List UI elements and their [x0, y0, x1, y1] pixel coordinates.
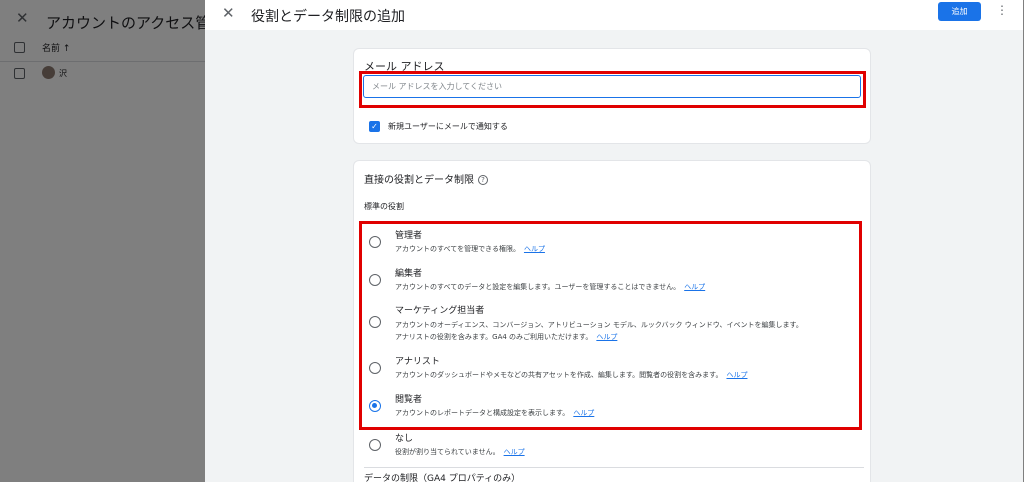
add-roles-panel: ✕ 役割とデータ制限の追加 追加 ⋮ メール アドレス ✓ 新規ユーザーにメール… [205, 0, 1023, 482]
email-input[interactable] [363, 75, 861, 98]
help-link[interactable]: ヘルプ [726, 371, 747, 379]
role-option-viewer[interactable]: 閲覧者 アカウントのレポートデータと構成設定を表示します。 ヘルプ [354, 391, 872, 427]
role-desc: アカウントのダッシュボードやメモなどの共有アセットを作成、編集します。閲覧者の役… [395, 369, 747, 381]
role-name: 閲覧者 [395, 395, 423, 405]
role-option-none[interactable]: なし 役割が割り当てられていません。 ヘルプ [354, 430, 872, 466]
role-option-analyst[interactable]: アナリスト アカウントのダッシュボードやメモなどの共有アセットを作成、編集します… [354, 353, 872, 389]
roles-subtitle: 標準の役割 [364, 202, 404, 211]
role-name: アナリスト [395, 357, 440, 367]
role-desc-text: 役割が割り当てられていません。 [395, 448, 500, 456]
more-vert-icon[interactable]: ⋮ [996, 3, 1008, 17]
notify-checkbox[interactable]: ✓ [369, 121, 380, 132]
role-desc-text: アカウントのすべてのデータと設定を編集します。ユーザーを管理することはできません… [395, 283, 681, 291]
role-option-editor[interactable]: 編集者 アカウントのすべてのデータと設定を編集します。ユーザーを管理することはで… [354, 265, 872, 301]
radio-analyst[interactable] [369, 362, 381, 374]
help-link[interactable]: ヘルプ [573, 409, 594, 417]
radio-viewer[interactable] [369, 400, 381, 412]
radio-marketer[interactable] [369, 316, 381, 328]
panel-header: ✕ 役割とデータ制限の追加 追加 ⋮ [205, 0, 1023, 30]
role-desc-text: アカウントのレポートデータと構成設定を表示します。 [395, 409, 570, 417]
role-name: 編集者 [395, 269, 423, 279]
close-icon[interactable]: ✕ [222, 4, 235, 22]
roles-title: 直接の役割とデータ制限? [364, 171, 488, 186]
role-name: 管理者 [395, 231, 423, 241]
help-link[interactable]: ヘルプ [596, 333, 617, 341]
notify-label: 新規ユーザーにメールで通知する [388, 122, 508, 131]
add-button[interactable]: 追加 [938, 2, 981, 21]
section-divider [364, 467, 864, 468]
help-link[interactable]: ヘルプ [524, 245, 545, 253]
role-option-admin[interactable]: 管理者 アカウントのすべてを管理できる権限。 ヘルプ [354, 227, 872, 263]
role-desc-text: アナリストの役割を含みます。GA4 のみご利用いただけます。 [395, 333, 593, 341]
role-desc: アカウントのすべてのデータと設定を編集します。ユーザーを管理することはできません… [395, 281, 705, 293]
role-name: マーケティング担当者 [395, 306, 485, 316]
role-desc: アカウントのレポートデータと構成設定を表示します。 ヘルプ [395, 407, 594, 419]
role-name: なし [395, 434, 414, 444]
email-card: メール アドレス ✓ 新規ユーザーにメールで通知する [353, 48, 871, 144]
radio-admin[interactable] [369, 236, 381, 248]
role-desc-line2: アナリストの役割を含みます。GA4 のみご利用いただけます。 ヘルプ [395, 331, 617, 343]
radio-none[interactable] [369, 439, 381, 451]
role-desc: アカウントのすべてを管理できる権限。 ヘルプ [395, 243, 545, 255]
data-limits-title: データの制限（GA4 プロパティのみ） [364, 474, 521, 482]
roles-card: 直接の役割とデータ制限? 標準の役割 管理者 アカウントのすべてを管理できる権限… [353, 160, 871, 482]
panel-title: 役割とデータ制限の追加 [251, 9, 405, 25]
role-desc: 役割が割り当てられていません。 ヘルプ [395, 446, 525, 458]
help-link[interactable]: ヘルプ [504, 448, 525, 456]
role-option-marketer[interactable]: マーケティング担当者 アカウントのオーディエンス、コンバージョン、アトリビューシ… [354, 302, 872, 350]
help-circle-icon[interactable]: ? [478, 175, 488, 185]
roles-title-text: 直接の役割とデータ制限 [364, 175, 474, 186]
role-desc-text: アカウントのすべてを管理できる権限。 [395, 245, 520, 253]
role-desc: アカウントのオーディエンス、コンバージョン、アトリビューション モデル、ルックバ… [395, 321, 803, 329]
role-desc-text: アカウントのダッシュボードやメモなどの共有アセットを作成、編集します。閲覧者の役… [395, 371, 723, 379]
radio-editor[interactable] [369, 274, 381, 286]
help-link[interactable]: ヘルプ [684, 283, 705, 291]
